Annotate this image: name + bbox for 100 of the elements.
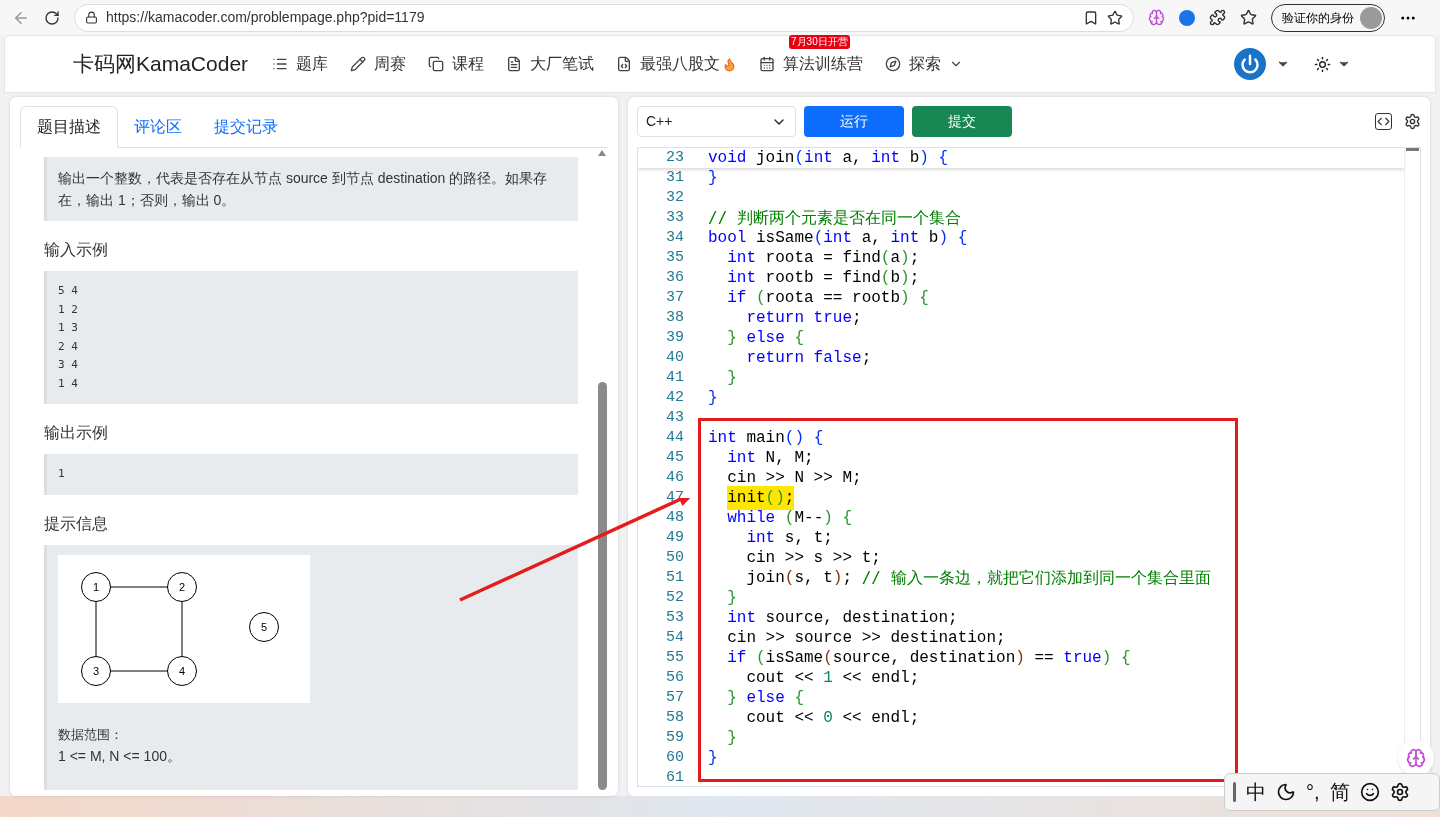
code-token: ( xyxy=(880,248,891,269)
code-token: source, destination; xyxy=(764,608,958,629)
code-token: if xyxy=(727,648,747,669)
nav-link[interactable]: 算法训练营 xyxy=(783,52,864,76)
code-token: a, xyxy=(860,228,882,249)
address-bar[interactable]: https://kamacoder.com/problempage.php?pid=1179 xyxy=(74,3,1134,32)
list-icon xyxy=(272,56,289,72)
line-number: 39 xyxy=(665,327,684,348)
line-number: 38 xyxy=(665,307,684,328)
nav-link[interactable]: 周赛 xyxy=(374,52,407,76)
extension-icon[interactable] xyxy=(1179,9,1195,26)
moon-icon[interactable] xyxy=(1276,782,1296,802)
code-token: int xyxy=(871,148,901,169)
nav-link[interactable]: 最强八股文 xyxy=(640,52,721,76)
graph-node: 4 xyxy=(167,655,197,686)
line-number: 52 xyxy=(665,587,684,608)
nav-link[interactable]: 题库 xyxy=(296,52,329,76)
code-token: } xyxy=(708,168,718,189)
settings-icon[interactable] xyxy=(1404,113,1421,130)
code-token: return xyxy=(746,308,804,329)
nav-link[interactable]: 大厂笔试 xyxy=(530,52,595,76)
tab[interactable]: 提交记录 xyxy=(198,106,294,148)
line-number: 45 xyxy=(665,447,684,468)
code-token: << endl; xyxy=(841,708,920,729)
punctuation-toggle[interactable]: °, xyxy=(1306,777,1320,807)
line-number: 46 xyxy=(665,467,684,488)
line-number: 54 xyxy=(665,627,684,648)
submit-button[interactable]: 提交 xyxy=(912,106,1012,137)
language-select[interactable]: C++ xyxy=(637,106,796,137)
code-token: ) xyxy=(900,248,910,269)
run-button[interactable]: 运行 xyxy=(804,106,904,137)
code-token: if xyxy=(727,288,747,309)
line-number: 57 xyxy=(665,687,684,708)
line-number: 59 xyxy=(665,727,684,748)
nav-link[interactable]: 探索 xyxy=(909,52,942,76)
code-token: ( xyxy=(784,568,795,589)
code-token: ) xyxy=(1015,648,1025,669)
graph-node: 3 xyxy=(81,655,111,686)
tab[interactable]: 评论区 xyxy=(118,106,198,148)
brain-icon[interactable] xyxy=(1148,9,1165,26)
code-token: init xyxy=(727,488,766,509)
code-token: ) xyxy=(900,288,910,309)
tab[interactable]: 题目描述 xyxy=(20,106,118,148)
code-token: while xyxy=(727,508,776,529)
code-token: } xyxy=(727,368,737,389)
reader-icon[interactable] xyxy=(1083,9,1099,26)
line-number: 55 xyxy=(665,647,684,668)
code-token: M-- xyxy=(794,508,824,529)
input-mode-toggle[interactable]: 中 xyxy=(1246,777,1266,807)
user-logo-icon[interactable] xyxy=(1234,48,1266,80)
script-toggle[interactable]: 简 xyxy=(1329,777,1350,807)
badge: 7月30日开营 xyxy=(789,35,850,49)
code-token: 1 xyxy=(823,668,833,689)
site-logo[interactable]: 卡码网KamaCoder xyxy=(73,48,249,80)
theme-icon[interactable] xyxy=(1314,55,1331,73)
code-token: return xyxy=(746,348,804,369)
scrollbar-thumb[interactable] xyxy=(1406,148,1419,151)
section-heading: 输入示例 xyxy=(44,240,109,260)
code-token: false xyxy=(812,348,862,369)
reload-icon[interactable] xyxy=(44,9,60,26)
code-token: ( xyxy=(813,228,824,249)
code-view-icon[interactable] xyxy=(1375,113,1392,130)
line-number: 49 xyxy=(665,527,684,548)
code-token: void xyxy=(708,148,747,169)
code-token: { xyxy=(918,288,929,309)
line-number: 43 xyxy=(665,407,684,428)
code-token: ( xyxy=(755,288,766,309)
code-token: join xyxy=(755,148,795,169)
copy-icon xyxy=(428,56,445,72)
code-token: join xyxy=(746,568,785,589)
code-token: cout << xyxy=(746,668,815,689)
code-token: isSame xyxy=(755,228,814,249)
settings-icon[interactable] xyxy=(1389,782,1410,802)
emoji-icon[interactable] xyxy=(1359,782,1380,802)
code-token: s, t xyxy=(794,568,833,589)
code-token: roota == rootb xyxy=(765,288,901,309)
line-number: 60 xyxy=(665,747,684,768)
line-number: 61 xyxy=(665,767,684,786)
code-token: rootb = find xyxy=(764,268,881,289)
scroll-up-icon[interactable] xyxy=(598,150,606,156)
code-token: N, M; xyxy=(764,448,814,469)
code-token: roota = find xyxy=(764,248,881,269)
code-token: b xyxy=(908,148,920,169)
line-number: 32 xyxy=(665,187,684,208)
nav-link[interactable]: 课程 xyxy=(452,52,485,76)
favorites-icon[interactable] xyxy=(1240,9,1257,26)
code-token: ( xyxy=(755,648,766,669)
star-icon[interactable] xyxy=(1107,9,1123,26)
code-token: } xyxy=(727,328,737,349)
code-token: } xyxy=(727,688,737,709)
code-token: ) xyxy=(900,268,910,289)
code-token: ( xyxy=(783,508,795,529)
pencil-icon xyxy=(350,56,367,72)
scrollbar-thumb[interactable] xyxy=(597,382,607,790)
code-token: ) xyxy=(823,508,833,529)
line-number: 48 xyxy=(665,507,684,528)
puzzle-icon[interactable] xyxy=(1209,9,1226,26)
line-number: 51 xyxy=(665,567,684,588)
code-token: ) xyxy=(1101,648,1112,669)
power-icon xyxy=(1240,54,1260,74)
